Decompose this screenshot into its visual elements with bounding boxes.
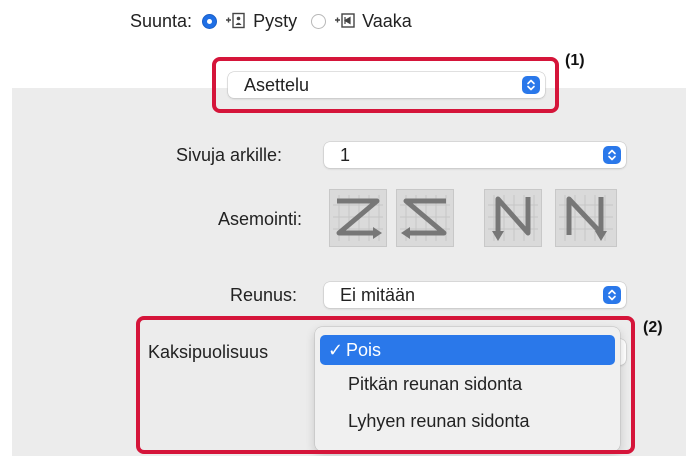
landscape-icon xyxy=(334,12,356,30)
portrait-label[interactable]: Pysty xyxy=(253,11,297,32)
callout-2-frame xyxy=(136,316,635,454)
pages-per-sheet-value: 1 xyxy=(340,144,351,165)
n-reverse-order-icon xyxy=(488,195,538,241)
callout-2-label: (2) xyxy=(643,319,663,336)
border-popup[interactable]: Ei mitään xyxy=(324,282,626,308)
border-label: Reunus: xyxy=(230,285,298,305)
orientation-row: Suunta: Pysty Vaaka xyxy=(130,8,412,34)
layout-direction-label: Asemointi: xyxy=(218,209,303,229)
reverse-z-order-icon xyxy=(400,195,450,241)
border-value: Ei mitään xyxy=(340,284,416,305)
n-order-icon xyxy=(559,195,613,241)
callout-1-frame xyxy=(212,57,559,113)
n-order-button[interactable] xyxy=(555,189,617,247)
portrait-radio[interactable] xyxy=(202,13,218,29)
landscape-label[interactable]: Vaaka xyxy=(362,11,412,32)
n-reverse-order-button[interactable] xyxy=(484,189,542,247)
portrait-icon xyxy=(225,12,247,30)
orientation-label: Suunta: xyxy=(130,10,193,31)
landscape-radio[interactable] xyxy=(311,13,327,29)
pages-per-sheet-popup[interactable]: 1 xyxy=(324,142,626,168)
reverse-z-order-button[interactable] xyxy=(396,189,454,247)
stepper-icon xyxy=(603,146,621,164)
z-order-icon xyxy=(333,195,383,241)
z-order-button[interactable] xyxy=(329,189,387,247)
pages-per-sheet-label: Sivuja arkille: xyxy=(176,145,283,165)
stepper-icon xyxy=(603,286,621,304)
callout-1-label: (1) xyxy=(565,52,585,69)
